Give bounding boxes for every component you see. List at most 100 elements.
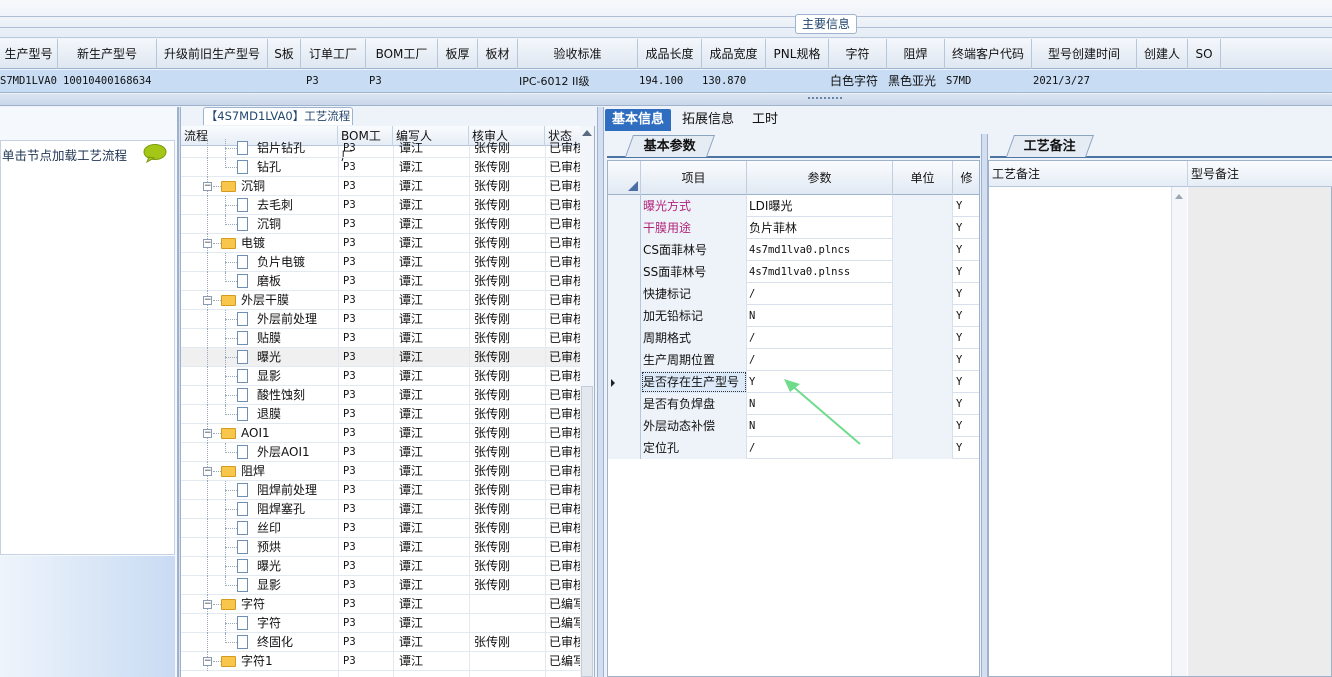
row-selector[interactable]	[608, 349, 641, 371]
tree-row[interactable]: − AOI1 P3 谭江 张传刚 已审核	[181, 424, 594, 443]
tab-basic-info[interactable]: 基本信息	[605, 109, 672, 131]
tree-row[interactable]: − 电镀 P3 谭江 张传刚 已审核	[181, 234, 594, 253]
tree-row[interactable]: 沉铜 P3 谭江 张传刚 已审核	[181, 215, 594, 234]
param-value[interactable]: /	[747, 349, 893, 371]
collapse-icon[interactable]: −	[203, 429, 212, 438]
tree-scrollbar[interactable]	[580, 126, 594, 677]
param-modify-flag[interactable]: Y	[953, 283, 979, 305]
param-item[interactable]: SS面菲林号	[641, 261, 747, 283]
collapse-icon[interactable]: −	[203, 296, 212, 305]
tree-row[interactable]: − 外层干膜 P3 谭江 张传刚 已审核	[181, 291, 594, 310]
param-row[interactable]: 干膜用途 负片菲林 Y	[608, 217, 979, 239]
tree-row[interactable]: 酸性蚀刻 P3 谭江 张传刚 已审核	[181, 386, 594, 405]
col-header-length[interactable]: 成品长度	[638, 39, 702, 69]
tree-row[interactable]: 磨板 P3 谭江 张传刚 已审核	[181, 272, 594, 291]
param-modify-flag[interactable]: Y	[953, 415, 979, 437]
param-row[interactable]: SS面菲林号 4s7md1lva0.plnss Y	[608, 261, 979, 283]
tab-extended-info[interactable]: 拓展信息	[675, 109, 741, 131]
col-header-char[interactable]: 字符	[829, 39, 887, 69]
param-unit[interactable]	[893, 239, 953, 261]
tree-row[interactable]: − 阻焊 P3 谭江 张传刚 已审核	[181, 462, 594, 481]
param-modify-flag[interactable]: Y	[953, 217, 979, 239]
tree-row[interactable]: 阻焊塞孔 P3 谭江 张传刚 已审核	[181, 500, 594, 519]
param-row[interactable]: CS面菲林号 4s7md1lva0.plncs Y	[608, 239, 979, 261]
tree-row[interactable]: 曝光 P3 谭江 张传刚 已审核	[181, 348, 594, 367]
row-selector[interactable]	[608, 437, 641, 459]
param-unit[interactable]	[893, 305, 953, 327]
col-header-thickness[interactable]: 板厚	[438, 39, 478, 69]
param-row[interactable]: 加无铅标记 N Y	[608, 305, 979, 327]
param-value[interactable]: 4s7md1lva0.plncs	[747, 239, 893, 261]
param-modify-flag[interactable]: Y	[953, 261, 979, 283]
param-item[interactable]: 加无铅标记	[641, 305, 747, 327]
param-item[interactable]: 是否存在生产型号	[641, 371, 747, 393]
tree-row[interactable]: 贴膜 P3 谭江 张传刚 已审核	[181, 329, 594, 348]
row-selector[interactable]	[608, 327, 641, 349]
tab-basic-params[interactable]: 基本参数	[624, 135, 716, 157]
tree-row[interactable]: 外层AOI1 P3 谭江 张传刚 已审核	[181, 443, 594, 462]
scroll-up-icon[interactable]	[582, 130, 592, 136]
col-header-material[interactable]: 板材	[478, 39, 518, 69]
row-selector[interactable]	[608, 283, 641, 305]
param-item[interactable]: 周期格式	[641, 327, 747, 349]
model-data-row[interactable]: S7MD1LVA0 10010400168634 P3 P3 IPC-6012 …	[0, 70, 1332, 93]
param-item[interactable]: 定位孔	[641, 437, 747, 459]
col-header-acceptance[interactable]: 验收标准	[518, 39, 638, 69]
col-header-creator[interactable]: 创建人	[1137, 39, 1188, 69]
col-header-old-model[interactable]: 升级前旧生产型号	[157, 39, 268, 69]
process-remark-area[interactable]	[989, 187, 1171, 676]
param-unit[interactable]	[893, 217, 953, 239]
splitter-right[interactable]	[981, 134, 988, 677]
row-selector[interactable]	[608, 217, 641, 239]
tree-row[interactable]: − 字符 P3 谭江 已编写	[181, 595, 594, 614]
params-col-item[interactable]: 项目	[641, 161, 747, 195]
param-modify-flag[interactable]: Y	[953, 371, 979, 393]
param-unit[interactable]	[893, 371, 953, 393]
collapse-icon[interactable]: −	[203, 600, 212, 609]
param-modify-flag[interactable]: Y	[953, 393, 979, 415]
param-row[interactable]: 生产周期位置 / Y	[608, 349, 979, 371]
param-unit[interactable]	[893, 415, 953, 437]
tree-row[interactable]: 退膜 P3 谭江 张传刚 已审核	[181, 405, 594, 424]
param-value[interactable]: /	[747, 327, 893, 349]
row-selector[interactable]	[608, 415, 641, 437]
col-header-solder[interactable]: 阻焊	[887, 39, 945, 69]
col-header-created-time[interactable]: 型号创建时间	[1032, 39, 1137, 69]
param-value[interactable]: 4s7md1lva0.plnss	[747, 261, 893, 283]
tree-row[interactable]: − 字符1 P3 谭江 已编写	[181, 652, 594, 671]
param-item[interactable]: 是否有负焊盘	[641, 393, 747, 415]
tree-row[interactable]: − 沉铜 P3 谭江 张传刚 已审核	[181, 177, 594, 196]
params-col-modify[interactable]: 修	[953, 161, 979, 195]
param-value[interactable]: 负片菲林	[747, 217, 893, 239]
collapse-icon[interactable]: −	[203, 182, 212, 191]
col-header-model[interactable]: 生产型号	[0, 39, 58, 69]
col-header-bom-factory[interactable]: BOM工厂	[366, 39, 438, 69]
param-unit[interactable]	[893, 327, 953, 349]
param-value[interactable]: N	[747, 305, 893, 327]
row-selector[interactable]	[608, 195, 641, 217]
param-unit[interactable]	[893, 261, 953, 283]
tree-row[interactable]: 去毛刺 P3 谭江 张传刚 已审核	[181, 196, 594, 215]
tree-row[interactable]: 阻焊前处理 P3 谭江 张传刚 已审核	[181, 481, 594, 500]
tab-process-remark[interactable]: 工艺备注	[1005, 135, 1095, 157]
tree-row[interactable]: 预烘 P3 谭江 张传刚 已审核	[181, 538, 594, 557]
param-unit[interactable]	[893, 437, 953, 459]
splitter-horizontal[interactable]	[0, 94, 1332, 106]
tree-row[interactable]: 外层前处理 P3 谭江 张传刚 已审核	[181, 310, 594, 329]
tab-work-hours[interactable]: 工时	[745, 109, 785, 131]
col-header-so[interactable]: SO	[1188, 39, 1221, 69]
param-modify-flag[interactable]: Y	[953, 239, 979, 261]
param-modify-flag[interactable]: Y	[953, 437, 979, 459]
param-unit[interactable]	[893, 195, 953, 217]
param-modify-flag[interactable]: Y	[953, 349, 979, 371]
col-header-s-board[interactable]: S板	[268, 39, 301, 69]
tree-row[interactable]: 显影 P3 谭江 张传刚 已审核	[181, 367, 594, 386]
param-value[interactable]: LDI曝光	[747, 195, 893, 217]
param-modify-flag[interactable]: Y	[953, 327, 979, 349]
load-process-hint[interactable]: 单击节点加载工艺流程	[2, 145, 127, 164]
col-header-order-factory[interactable]: 订单工厂	[301, 39, 366, 69]
param-item[interactable]: 曝光方式	[641, 195, 747, 217]
col-header-new-model[interactable]: 新生产型号	[58, 39, 157, 69]
row-selector[interactable]	[608, 371, 641, 393]
remarks-scrollbar[interactable]	[1171, 187, 1187, 676]
